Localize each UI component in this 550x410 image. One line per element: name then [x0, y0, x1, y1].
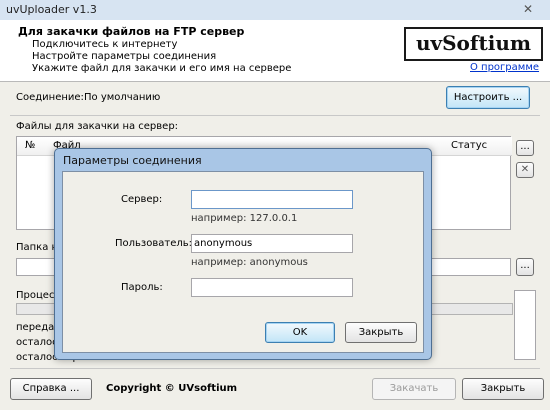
copyright: Copyright © UVsoftium: [106, 383, 238, 394]
password-label: Пароль:: [121, 282, 163, 293]
close-button[interactable]: Закрыть: [462, 378, 544, 400]
step-1: Подключитесь к интернету: [32, 39, 178, 50]
dialog-close-button[interactable]: Закрыть: [345, 322, 417, 343]
close-icon: ✕: [520, 164, 530, 175]
remove-file-button[interactable]: ✕: [516, 162, 534, 178]
folder-browse-button[interactable]: ...: [516, 258, 534, 276]
column-status[interactable]: Статус: [451, 140, 487, 151]
divider: [10, 115, 540, 116]
logo-text: uvSoftium: [415, 31, 532, 55]
password-input[interactable]: [191, 278, 353, 297]
dialog-body: Сервер: например: 127.0.0.1 Пользователь…: [62, 171, 424, 353]
remaining-label: осталос: [16, 337, 58, 348]
add-file-button[interactable]: ...: [516, 140, 534, 156]
step-2: Настройте параметры соединения: [32, 51, 217, 62]
step-3: Укажите файл для закачки и его имя на се…: [32, 63, 292, 74]
title-bar: uvUploader v1.3 ✕: [0, 0, 550, 21]
connection-settings-dialog: Параметры соединения Сервер: например: 1…: [54, 148, 432, 360]
connection-value: По умолчанию: [84, 92, 161, 103]
files-label: Файлы для закачки на сервер:: [16, 121, 179, 132]
dialog-ok-button[interactable]: OK: [265, 322, 335, 343]
user-hint: например: anonymous: [191, 257, 308, 268]
about-link[interactable]: О программе: [470, 62, 539, 73]
window-close-button[interactable]: ✕: [512, 2, 544, 17]
column-number[interactable]: №: [25, 140, 35, 151]
server-hint: например: 127.0.0.1: [191, 213, 298, 224]
window-title: uvUploader v1.3: [6, 3, 97, 16]
dialog-title: Параметры соединения: [63, 154, 202, 167]
server-input[interactable]: [191, 190, 353, 209]
connection-label: Соединение:: [16, 92, 84, 103]
configure-button[interactable]: Настроить ...: [446, 86, 530, 109]
header-title: Для закачки файлов на FTP сервер: [18, 25, 245, 38]
divider: [10, 368, 540, 369]
user-input[interactable]: [191, 234, 353, 253]
progress-scroll[interactable]: [514, 290, 536, 360]
logo: uvSoftium: [404, 27, 543, 61]
help-button[interactable]: Справка ...: [10, 378, 92, 400]
server-label: Сервер:: [121, 194, 163, 205]
header-panel: Для закачки файлов на FTP сервер Подключ…: [0, 20, 550, 82]
upload-button[interactable]: Закачать: [372, 378, 456, 400]
user-label: Пользователь:: [115, 238, 193, 249]
